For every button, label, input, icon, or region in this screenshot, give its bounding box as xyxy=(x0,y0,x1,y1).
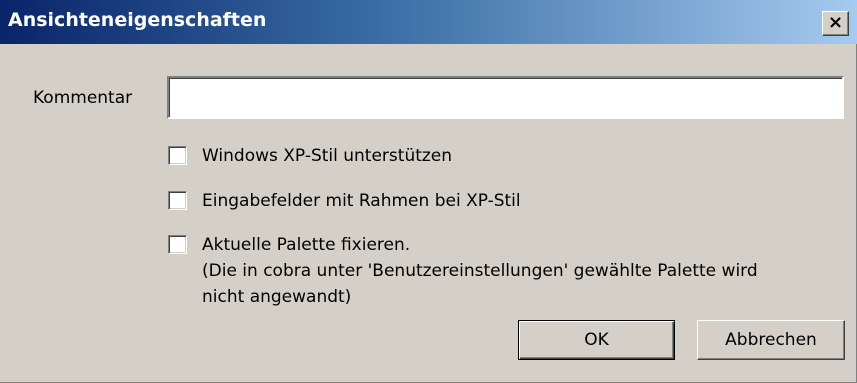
xp-frames-checkbox[interactable] xyxy=(168,191,187,210)
fix-palette-note: (Die in cobra unter 'Benutzereinstellung… xyxy=(202,261,758,281)
close-button[interactable]: × xyxy=(822,11,849,36)
fix-palette-label[interactable]: Aktuelle Palette fixieren. xyxy=(202,233,410,257)
xp-style-checkbox[interactable] xyxy=(168,146,187,165)
ok-button[interactable]: OK xyxy=(518,320,675,360)
fix-palette-checkbox[interactable] xyxy=(168,235,187,254)
close-icon: × xyxy=(827,12,844,33)
xp-style-label[interactable]: Windows XP-Stil unterstützen xyxy=(202,144,452,168)
fix-palette-note-continued: nicht angewandt) xyxy=(202,287,352,307)
dialog-title: Ansichteneigenschaften xyxy=(8,9,267,31)
comment-label: Kommentar xyxy=(33,88,133,108)
comment-input[interactable] xyxy=(167,76,844,119)
title-bar[interactable]: Ansichteneigenschaften × xyxy=(0,0,857,44)
xp-frames-label[interactable]: Eingabefelder mit Rahmen bei XP-Stil xyxy=(202,189,521,213)
cancel-button[interactable]: Abbrechen xyxy=(697,320,845,360)
properties-dialog: Ansichteneigenschaften × Kommentar Windo… xyxy=(0,0,857,383)
